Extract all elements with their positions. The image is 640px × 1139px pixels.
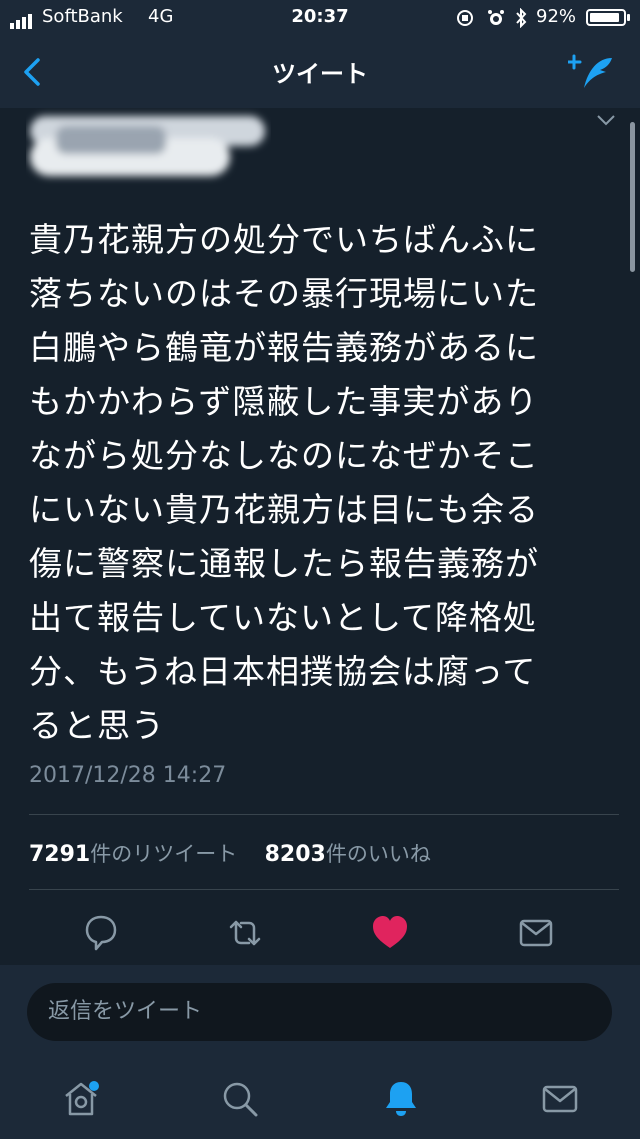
divider	[29, 889, 619, 890]
chevron-down-icon[interactable]	[594, 112, 618, 128]
tweet-stats: 7291件のリツイート 8203件のいいね	[29, 838, 431, 868]
bluetooth-icon	[516, 8, 527, 28]
scrollbar[interactable]	[630, 122, 635, 272]
tweet-text-line: 傷に警察に通報したら報告義務が	[29, 544, 539, 583]
status-bar: SoftBank 4G 20:37 92%	[0, 0, 640, 36]
tweet-actions	[0, 908, 640, 964]
like-count: 8203	[264, 842, 326, 867]
divider	[29, 814, 619, 815]
tweet-detail: 貴乃花親方の処分でいちばんふに 落ちないのはその暴行現場にいた 白鵬やら鶴竜が報…	[0, 108, 640, 965]
battery-percent: 92%	[536, 6, 577, 27]
tweet-text: 貴乃花親方の処分でいちばんふに 落ちないのはその暴行現場にいた 白鵬やら鶴竜が報…	[29, 213, 599, 753]
tweet-text-line: 分、もうね日本相撲協会は腐って	[29, 652, 537, 691]
battery-tip	[627, 14, 630, 21]
retweet-stat[interactable]: 7291件のリツイート	[29, 842, 238, 867]
retweet-icon[interactable]	[220, 908, 270, 958]
orientation-lock-icon	[457, 10, 473, 26]
reply-input[interactable]: 返信をツイート	[27, 983, 612, 1041]
tweet-text-line: ながら処分なしなのになぜかそこ	[29, 436, 539, 475]
tweet-text-line: ると思う	[29, 706, 165, 745]
tweet-text-line: もかかわらず隠蔽した事実があり	[29, 382, 539, 421]
tweet-text-line: 落ちないのはその暴行現場にいた	[29, 274, 539, 313]
tweet-timestamp: 2017/12/28 14:27	[29, 763, 227, 788]
tweet-text-line: 出て報告していないとして降格処	[29, 598, 538, 637]
tweet-text-line: 貴乃花親方の処分でいちばんふに	[29, 220, 539, 259]
retweet-count: 7291	[29, 842, 91, 867]
tab-bar	[0, 1060, 640, 1139]
battery-icon	[586, 9, 626, 26]
reply-icon[interactable]	[75, 908, 125, 958]
compose-tweet-icon[interactable]	[568, 52, 616, 92]
author-header-redacted	[26, 108, 271, 188]
like-label: 件のいいね	[325, 842, 431, 866]
like-stat[interactable]: 8203件のいいね	[264, 842, 431, 867]
retweet-label: 件のリツイート	[90, 842, 238, 866]
messages-icon[interactable]	[535, 1074, 585, 1124]
search-icon[interactable]	[215, 1074, 265, 1124]
tweet-text-line: 白鵬やら鶴竜が報告義務があるに	[29, 328, 539, 367]
reply-bar: 返信をツイート	[0, 965, 640, 1060]
page-title: ツイート	[272, 60, 368, 88]
direct-message-icon[interactable]	[511, 908, 561, 958]
notifications-bell-icon[interactable]	[376, 1074, 426, 1124]
tweet-text-line: にいない貴乃花親方は目にも余る	[29, 490, 539, 529]
alarm-icon	[488, 10, 504, 25]
navigation-bar: ツイート	[0, 36, 640, 108]
home-icon[interactable]	[56, 1074, 106, 1124]
like-heart-icon[interactable]	[365, 908, 415, 958]
